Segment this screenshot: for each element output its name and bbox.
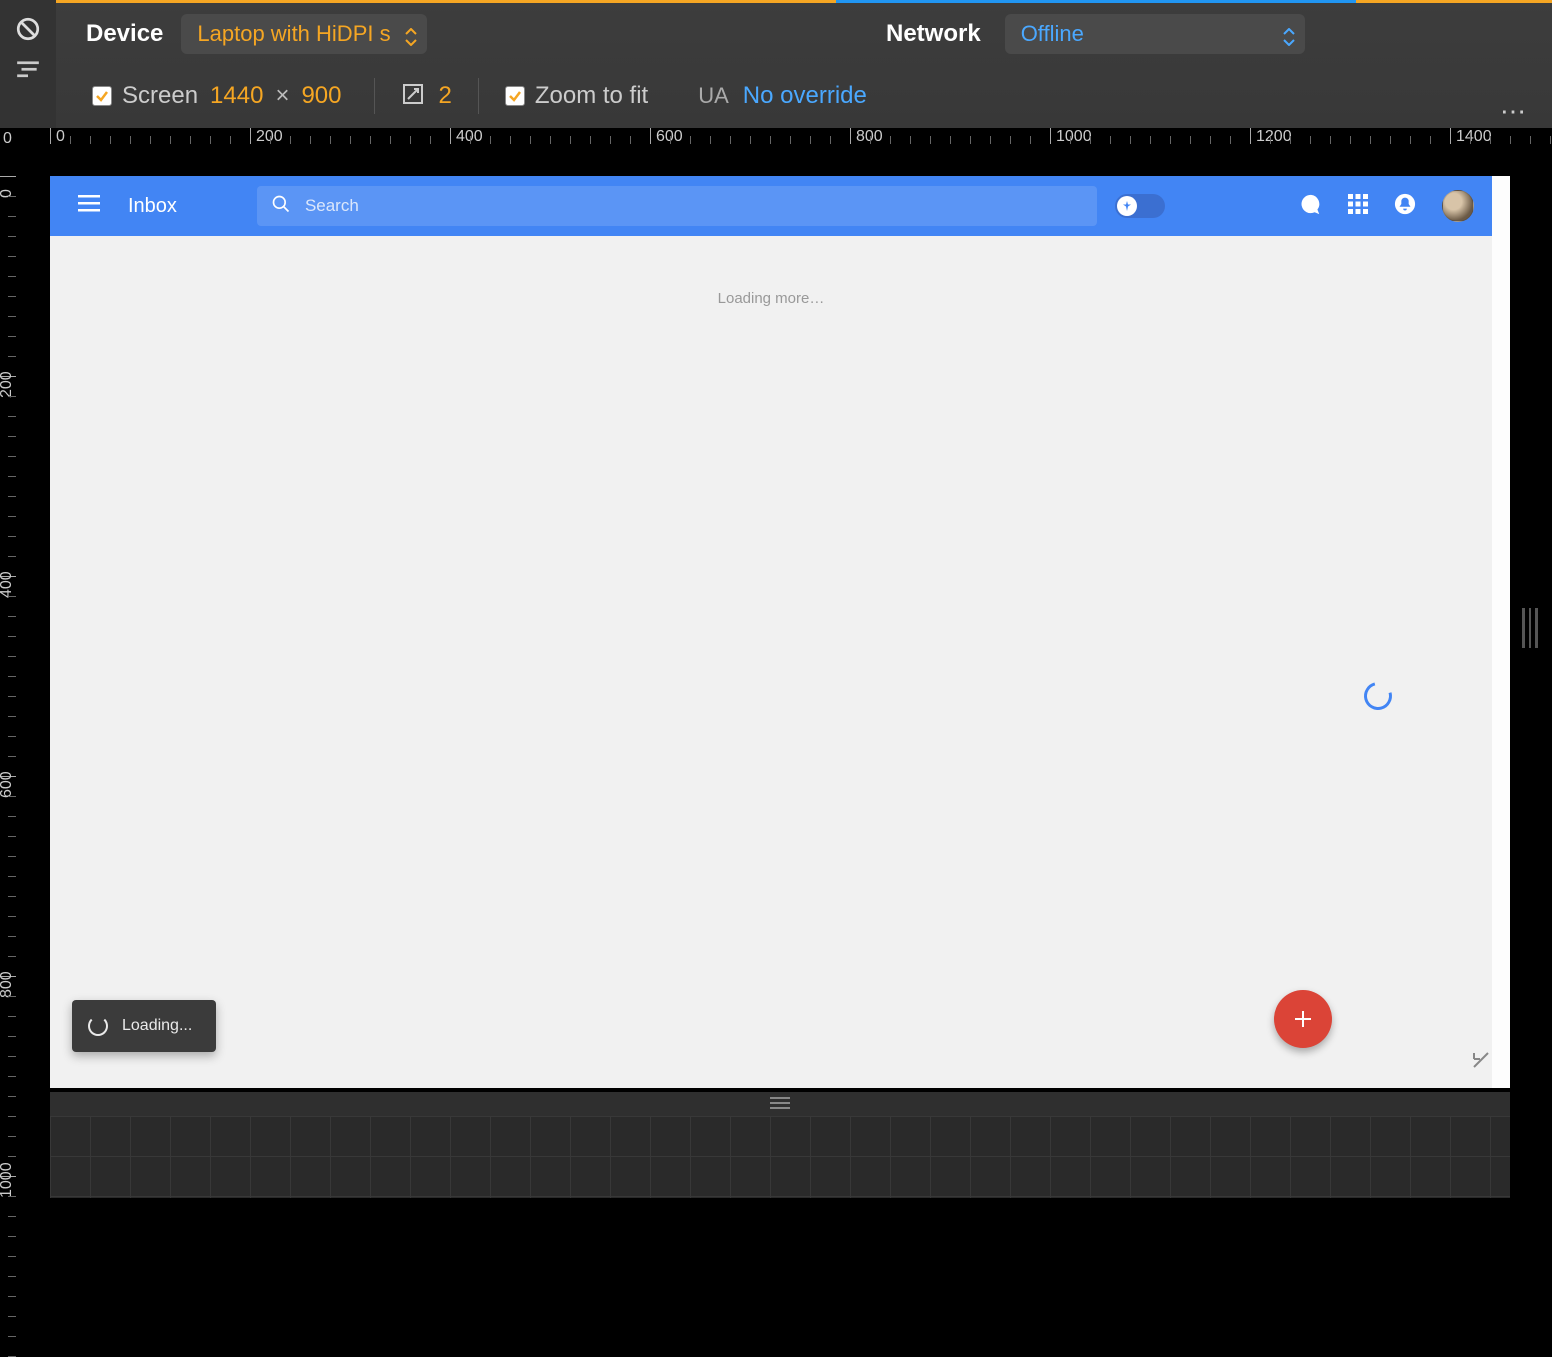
- chevron-updown-icon: [1283, 26, 1295, 42]
- side-resize-handle[interactable]: [1522, 608, 1538, 648]
- loading-toast: Loading...: [72, 1000, 216, 1052]
- loading-toast-text: Loading...: [122, 1017, 192, 1035]
- search-icon: [271, 194, 291, 219]
- inbox-header: Inbox: [50, 176, 1492, 236]
- drag-lines-icon: [770, 1097, 790, 1111]
- hangouts-icon[interactable]: [1300, 193, 1322, 220]
- network-select-value: Offline: [1021, 21, 1084, 47]
- device-select-value: Laptop with HiDPI s: [197, 21, 390, 47]
- menu-icon[interactable]: [78, 195, 100, 218]
- screen-width-input[interactable]: 1440: [210, 82, 263, 110]
- device-label: Device: [86, 20, 163, 48]
- chevron-updown-icon: [405, 26, 417, 42]
- ruler-origin: 0: [0, 128, 36, 164]
- dpr-icon: [401, 82, 425, 111]
- no-entry-icon[interactable]: [15, 16, 41, 42]
- search-input[interactable]: [305, 196, 1097, 216]
- spinner-icon: [88, 1016, 108, 1036]
- emulated-viewport: Inbox Loading more…: [50, 176, 1510, 1088]
- screen-checkbox[interactable]: [92, 86, 112, 106]
- apps-icon[interactable]: [1348, 194, 1368, 219]
- devtools-toolbar: Device Laptop with HiDPI s Network Offli…: [56, 0, 1552, 128]
- resize-handle-icon[interactable]: [1472, 1051, 1490, 1074]
- drawer-handle[interactable]: [50, 1092, 1510, 1116]
- viewport-scrollbar[interactable]: [1492, 176, 1510, 1088]
- search-bar[interactable]: [257, 186, 1097, 226]
- devtools-leftbar: [0, 0, 56, 128]
- separator: [478, 78, 479, 114]
- screen-height-input[interactable]: 900: [301, 82, 341, 110]
- network-select[interactable]: Offline: [1005, 14, 1305, 54]
- pin-icon: [1117, 196, 1137, 216]
- app-title: Inbox: [128, 195, 177, 218]
- separator: [374, 78, 375, 114]
- ruler-vertical: 02004006008001000: [0, 164, 36, 1198]
- ua-value[interactable]: No override: [743, 82, 867, 110]
- zoom-label: Zoom to fit: [535, 82, 648, 110]
- hangouts-spinner-icon: [1359, 677, 1397, 715]
- inbox-body: Loading more… Loading...: [50, 236, 1492, 1088]
- more-icon[interactable]: ⋯: [1500, 96, 1528, 127]
- notifications-icon[interactable]: [1394, 193, 1416, 220]
- compose-button[interactable]: [1274, 990, 1332, 1048]
- pin-toggle[interactable]: [1115, 194, 1165, 218]
- zoom-checkbox[interactable]: [505, 86, 525, 106]
- plus-icon: [1291, 1007, 1315, 1031]
- timeline-panel[interactable]: [50, 1116, 1510, 1198]
- device-select[interactable]: Laptop with HiDPI s: [181, 14, 426, 54]
- dimension-x: ×: [275, 82, 289, 110]
- ua-label: UA: [698, 83, 729, 109]
- loading-more-text: Loading more…: [718, 290, 825, 307]
- network-label: Network: [886, 20, 981, 48]
- ruler-horizontal: 0200400600800100012001400: [36, 128, 1552, 164]
- screen-label: Screen: [122, 82, 198, 110]
- avatar[interactable]: [1442, 190, 1474, 222]
- dpr-value[interactable]: 2: [439, 82, 452, 110]
- filter-icon[interactable]: [15, 60, 41, 78]
